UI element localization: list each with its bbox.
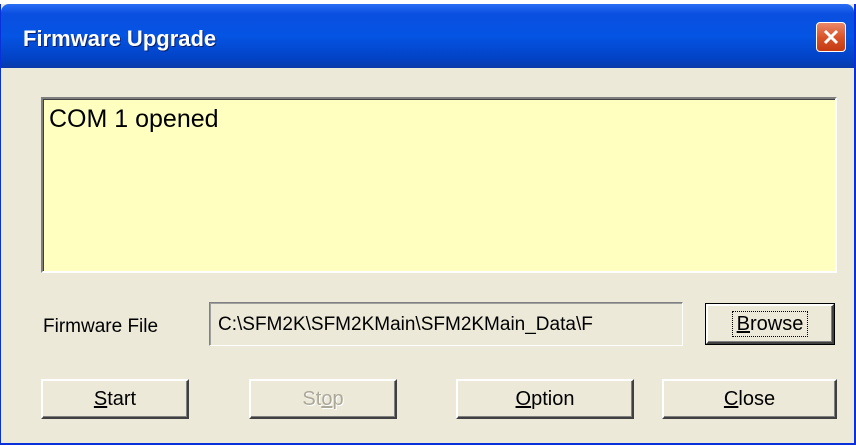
start-label-rest: tart — [107, 388, 137, 410]
option-button[interactable]: Option — [456, 379, 634, 419]
start-button[interactable]: Start — [41, 379, 189, 419]
stop-label-rest: p — [332, 388, 344, 410]
status-log[interactable]: COM 1 opened — [41, 97, 837, 273]
stop-mnemonic: o — [321, 388, 333, 410]
option-label-rest: ption — [531, 388, 575, 410]
close-button[interactable]: Close — [662, 379, 837, 419]
browse-mnemonic: B — [736, 313, 750, 335]
firmware-path-field[interactable]: C:\SFM2K\SFM2KMain\SFM2KMain_Data\F — [209, 302, 683, 346]
close-mnemonic: C — [723, 388, 739, 410]
browse-label-rest: rowse — [749, 313, 804, 335]
log-text: COM 1 opened — [49, 105, 219, 133]
window-title: Firmware Upgrade — [23, 26, 217, 51]
stop-label-lead: St — [302, 388, 322, 410]
title-bar[interactable]: Firmware Upgrade — [1, 4, 854, 68]
browse-focus: Browse — [731, 311, 809, 337]
start-mnemonic: S — [93, 388, 108, 410]
stop-button[interactable]: Stop — [249, 379, 397, 419]
option-mnemonic: O — [515, 388, 532, 410]
browse-button[interactable]: Browse — [705, 303, 835, 345]
firmware-file-label: Firmware File — [43, 316, 159, 337]
firmware-upgrade-dialog: Firmware Upgrade COM 1 opened Firmware F… — [0, 4, 856, 445]
close-glyph-icon — [823, 29, 839, 45]
close-label-rest: lose — [738, 388, 776, 410]
close-x-icon[interactable] — [816, 22, 846, 52]
